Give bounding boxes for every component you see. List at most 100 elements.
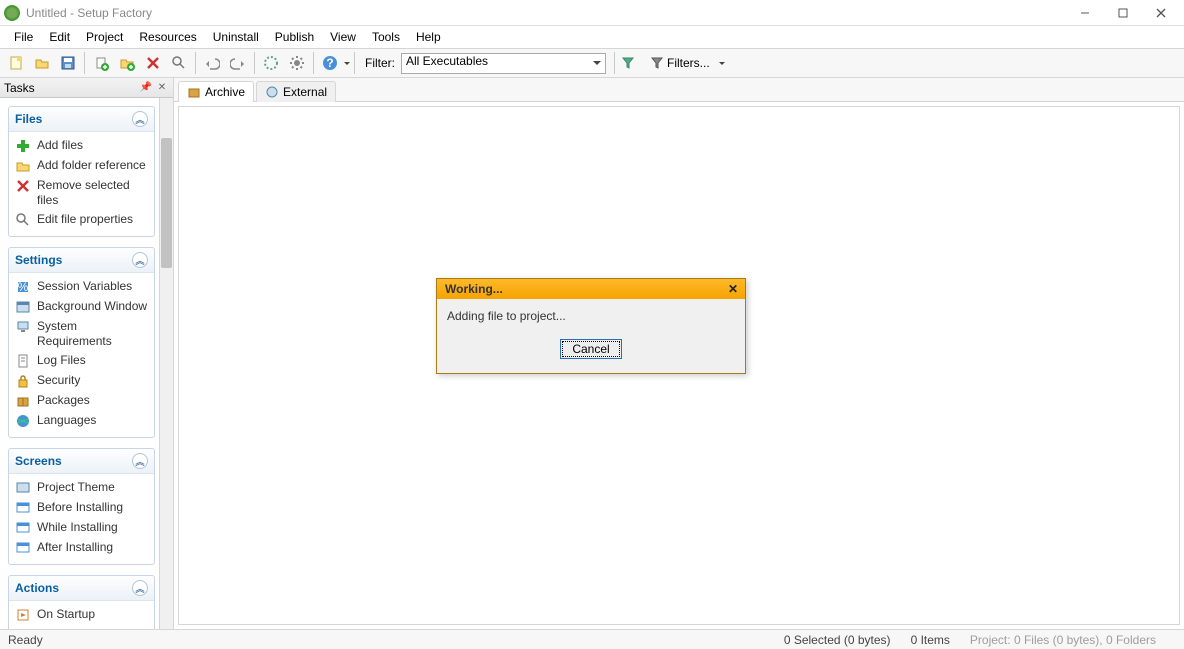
save-icon[interactable]: [56, 51, 80, 75]
dialog-close-icon[interactable]: ✕: [725, 281, 741, 297]
panel-head-screens[interactable]: Screens ︽: [9, 449, 154, 474]
panel-head-actions[interactable]: Actions ︽: [9, 576, 154, 601]
task-add-folder[interactable]: Add folder reference: [13, 156, 150, 176]
task-security[interactable]: Security: [13, 371, 150, 391]
task-before-install[interactable]: Before Installing: [13, 498, 150, 518]
collapse-icon[interactable]: ︽: [132, 252, 148, 268]
task-add-files[interactable]: Add files: [13, 136, 150, 156]
task-after-install[interactable]: After Installing: [13, 538, 150, 558]
package-icon: [15, 393, 31, 409]
dialog-title-text: Working...: [445, 282, 503, 296]
action-icon: [15, 627, 31, 629]
task-project-theme[interactable]: Project Theme: [13, 478, 150, 498]
menubar: File Edit Project Resources Uninstall Pu…: [0, 26, 1184, 48]
task-remove-files[interactable]: Remove selected files: [13, 176, 150, 210]
minimize-button[interactable]: [1066, 2, 1104, 24]
menu-help[interactable]: Help: [408, 28, 449, 46]
task-label: Packages: [37, 393, 90, 408]
filter-select[interactable]: All Executables: [401, 53, 606, 74]
tasks-scroll[interactable]: Files ︽ Add files Add folder reference R…: [0, 98, 173, 629]
scrollbar-thumb[interactable]: [161, 138, 172, 268]
menu-project[interactable]: Project: [78, 28, 131, 46]
tasks-header: Tasks 📌 ✕: [0, 78, 173, 98]
dialog-body: Adding file to project... Cancel: [437, 299, 745, 373]
settings-icon[interactable]: [285, 51, 309, 75]
filters-button[interactable]: Filters...: [643, 53, 717, 73]
filter-quick-icon[interactable]: [619, 51, 637, 75]
tasks-pin-icon[interactable]: 📌: [139, 81, 153, 95]
menu-uninstall[interactable]: Uninstall: [205, 28, 267, 46]
remove-icon[interactable]: [141, 51, 165, 75]
tasks-close-icon[interactable]: ✕: [155, 81, 169, 95]
undo-icon[interactable]: [200, 51, 224, 75]
build-icon[interactable]: [259, 51, 283, 75]
redo-icon[interactable]: [226, 51, 250, 75]
status-ready: Ready: [8, 633, 43, 647]
collapse-icon[interactable]: ︽: [132, 453, 148, 469]
open-icon[interactable]: [30, 51, 54, 75]
menu-edit[interactable]: Edit: [41, 28, 78, 46]
plus-icon: [15, 138, 31, 154]
tab-external[interactable]: External: [256, 81, 336, 102]
cancel-button[interactable]: Cancel: [560, 339, 622, 359]
filter-label: Filter:: [365, 56, 395, 70]
menu-resources[interactable]: Resources: [131, 28, 204, 46]
collapse-icon[interactable]: ︽: [132, 111, 148, 127]
filter-value: All Executables: [406, 54, 488, 68]
task-languages[interactable]: Languages: [13, 411, 150, 431]
task-background-window[interactable]: Background Window: [13, 297, 150, 317]
search-icon[interactable]: [167, 51, 191, 75]
remove-x-icon: [15, 178, 31, 194]
task-on-startup[interactable]: On Startup: [13, 605, 150, 625]
external-icon: [265, 85, 279, 99]
menu-file[interactable]: File: [6, 28, 41, 46]
sidebar-scrollbar[interactable]: [159, 98, 173, 629]
filters-dropdown-icon[interactable]: [719, 62, 725, 68]
task-label: Before Installing: [37, 500, 123, 515]
action-icon: [15, 607, 31, 623]
close-button[interactable]: [1142, 2, 1180, 24]
add-file-icon[interactable]: [89, 51, 113, 75]
task-system-req[interactable]: System Requirements: [13, 317, 150, 351]
new-icon[interactable]: [4, 51, 28, 75]
screen-icon: [15, 520, 31, 536]
tab-archive[interactable]: Archive: [178, 81, 254, 102]
menu-publish[interactable]: Publish: [267, 28, 322, 46]
toolbar-sep: [614, 52, 615, 74]
help-icon[interactable]: ?: [318, 51, 342, 75]
working-dialog: Working... ✕ Adding file to project... C…: [436, 278, 746, 374]
panel-title: Settings: [15, 253, 62, 267]
folder-plus-icon: [15, 158, 31, 174]
task-on-pre-install[interactable]: On Pre Install: [13, 625, 150, 629]
task-label: Security: [37, 373, 80, 388]
task-label: On Startup: [37, 607, 95, 622]
task-log-files[interactable]: Log Files: [13, 351, 150, 371]
task-label: Edit file properties: [37, 212, 133, 227]
toolbar-sep: [254, 52, 255, 74]
dialog-titlebar[interactable]: Working... ✕: [437, 279, 745, 299]
help-dropdown-icon[interactable]: [344, 62, 350, 68]
add-folder-icon[interactable]: [115, 51, 139, 75]
maximize-button[interactable]: [1104, 2, 1142, 24]
tab-label: External: [283, 85, 327, 99]
panel-settings: Settings ︽ %Session Variables Background…: [8, 247, 155, 438]
task-while-install[interactable]: While Installing: [13, 518, 150, 538]
tab-label: Archive: [205, 85, 245, 99]
panel-head-files[interactable]: Files ︽: [9, 107, 154, 132]
collapse-icon[interactable]: ︽: [132, 580, 148, 596]
log-icon: [15, 353, 31, 369]
toolbar-sep: [313, 52, 314, 74]
archive-icon: [187, 85, 201, 99]
task-label: On Pre Install: [37, 627, 110, 629]
menu-tools[interactable]: Tools: [364, 28, 408, 46]
panel-title: Files: [15, 112, 42, 126]
task-session-vars[interactable]: %Session Variables: [13, 277, 150, 297]
task-packages[interactable]: Packages: [13, 391, 150, 411]
menu-view[interactable]: View: [322, 28, 364, 46]
sidebar: Tasks 📌 ✕ Files ︽ Add files Add folder r…: [0, 78, 174, 629]
task-label: Add folder reference: [37, 158, 146, 173]
funnel-icon: [650, 56, 664, 70]
toolbar-sep: [354, 52, 355, 74]
panel-head-settings[interactable]: Settings ︽: [9, 248, 154, 273]
task-edit-props[interactable]: Edit file properties: [13, 210, 150, 230]
